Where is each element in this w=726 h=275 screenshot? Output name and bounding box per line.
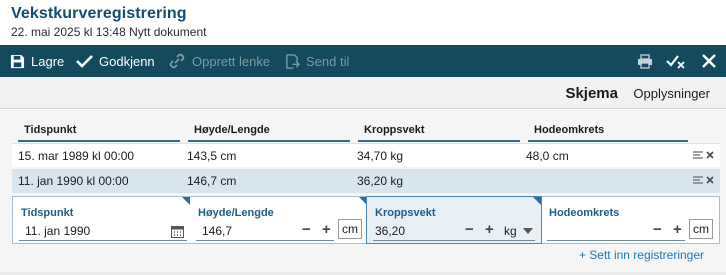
registration-edit-panel: Tidspunkt 11. jan 1990 Høyde/Lengde 146,…	[12, 196, 720, 244]
calendar-icon[interactable]	[171, 225, 184, 238]
cell-height: 146,7 cm	[187, 174, 237, 188]
link-icon	[169, 53, 185, 69]
tab-opplysninger[interactable]: Opplysninger	[633, 86, 710, 101]
weight-plus-button[interactable]: +	[485, 221, 494, 238]
field-corner-marker	[359, 197, 367, 205]
weight-input[interactable]: 36,20	[375, 224, 405, 238]
weight-field: Kroppsvekt 36,20 − + kg	[366, 196, 542, 244]
cell-head: 48,0 cm	[526, 149, 569, 163]
send-icon	[286, 53, 300, 69]
page-title: Vekstkurveregistrering	[11, 5, 187, 22]
cell-time: 11. jan 1990 kl 00:00	[18, 174, 129, 188]
document-header: Vekstkurveregistrering 22. mai 2025 kl 1…	[0, 0, 726, 45]
send-label: Send til	[306, 53, 350, 69]
chevron-down-icon[interactable]	[523, 228, 533, 234]
print-icon	[638, 53, 652, 69]
head-field: Hodeomkrets − + cm	[541, 197, 719, 243]
column-header-time: Tidspunkt	[24, 124, 77, 136]
send-button[interactable]: Send til	[285, 45, 349, 77]
head-minus-button[interactable]: −	[653, 221, 662, 238]
create-link-label: Opprett lenke	[192, 53, 271, 69]
time-field-label: Tidspunkt	[21, 207, 74, 219]
insert-registrations-link[interactable]: + Sett inn registreringer	[579, 248, 704, 262]
column-underline	[358, 140, 520, 142]
create-link-button[interactable]: Opprett lenke	[168, 45, 270, 77]
field-underline	[373, 240, 535, 241]
save-icon	[10, 54, 25, 68]
column-header-weight: Kroppsvekt	[364, 124, 425, 136]
table-row[interactable]: 15. mar 1989 kl 00:00 143,5 cm 34,70 kg …	[12, 143, 720, 167]
check-cancel-button[interactable]	[664, 45, 688, 77]
close-icon	[702, 54, 716, 68]
row-actions	[693, 175, 714, 185]
weight-field-label: Kroppsvekt	[375, 207, 436, 219]
time-field: Tidspunkt 11. jan 1990	[13, 197, 190, 243]
toolbar: Lagre Godkjenn Opprett lenke Send til	[0, 45, 726, 77]
row-actions	[693, 150, 714, 160]
save-button[interactable]: Lagre	[10, 45, 64, 77]
column-underline	[188, 140, 350, 142]
field-corner-marker	[182, 197, 190, 205]
column-header-height: Høyde/Lengde	[194, 124, 270, 136]
field-underline	[196, 240, 334, 241]
edit-lines-icon[interactable]	[693, 175, 705, 185]
field-underline	[19, 240, 187, 241]
height-input[interactable]: 146,7	[202, 224, 232, 238]
height-unit-button[interactable]: cm	[338, 219, 362, 239]
cell-time: 15. mar 1989 kl 00:00	[18, 149, 135, 163]
height-field-label: Høyde/Lengde	[198, 207, 274, 219]
check-cancel-icon	[666, 55, 685, 69]
cell-height: 143,5 cm	[187, 149, 237, 163]
approve-button[interactable]: Godkjenn	[76, 45, 155, 77]
form-tabs: Skjema Opplysninger	[0, 77, 726, 109]
field-corner-marker	[533, 197, 541, 205]
document-subtitle: 22. mai 2025 kl 13:48 Nytt dokument	[11, 25, 207, 39]
head-unit-button[interactable]: cm	[689, 219, 713, 239]
approve-icon	[76, 55, 93, 68]
approve-label: Godkjenn	[99, 53, 155, 69]
column-header-head: Hodeomkrets	[534, 124, 605, 136]
height-plus-button[interactable]: +	[322, 221, 331, 238]
column-underline	[18, 140, 180, 142]
print-button[interactable]	[634, 45, 656, 77]
time-input[interactable]: 11. jan 1990	[25, 224, 90, 238]
head-field-label: Hodeomkrets	[549, 207, 620, 219]
weight-minus-button[interactable]: −	[465, 221, 474, 238]
tab-schema[interactable]: Skjema	[565, 85, 618, 102]
edit-lines-icon[interactable]	[693, 150, 705, 160]
close-button[interactable]	[698, 45, 720, 77]
height-minus-button[interactable]: −	[302, 221, 311, 238]
column-underline	[528, 140, 688, 142]
delete-icon[interactable]	[706, 151, 714, 159]
cell-weight: 34,70 kg	[357, 149, 404, 163]
save-label: Lagre	[31, 53, 65, 69]
delete-icon[interactable]	[706, 176, 714, 184]
cell-weight: 36,20 kg	[357, 174, 404, 188]
height-field: Høyde/Lengde 146,7 − + cm	[190, 197, 367, 243]
weight-unit-select[interactable]: kg	[504, 224, 517, 238]
table-row-selected[interactable]: 11. jan 1990 kl 00:00 146,7 cm 36,20 kg	[12, 169, 720, 193]
head-plus-button[interactable]: +	[673, 221, 682, 238]
field-underline	[547, 240, 685, 241]
